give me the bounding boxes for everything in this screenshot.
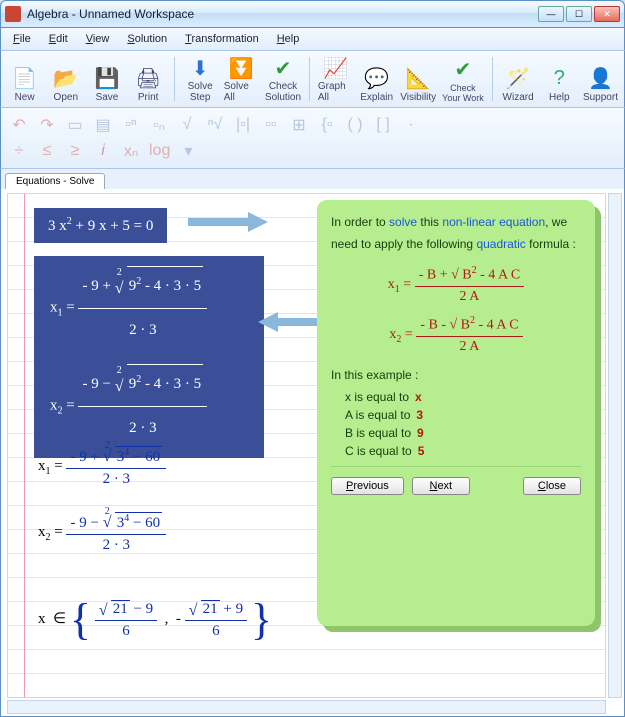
sym-frac-icon[interactable]: ▤ [93, 115, 113, 135]
tab-strip: Equations - Solve [0, 169, 625, 189]
visibility-icon: 📐 [404, 64, 432, 92]
menu-view[interactable]: View [78, 31, 118, 47]
sym-div-icon[interactable]: ÷ [9, 142, 29, 160]
menu-transformation[interactable]: Transformation [177, 31, 267, 47]
previous-button[interactable]: Previous [331, 477, 404, 495]
symbol-toolbar: ↶ ↷ ▭ ▤ ▫ⁿ ▫ₙ √ ⁿ√ |▫| ▫▫ ⊞ {▫ ( ) [ ] ·… [0, 108, 625, 169]
sym-sub-icon[interactable]: ▫ₙ [149, 115, 169, 135]
menu-file[interactable]: File [5, 31, 39, 47]
explain-panel: In order to solve this non-linear equati… [317, 200, 595, 626]
sym-sup-icon[interactable]: ▫ⁿ [121, 116, 141, 134]
sym-xn-icon[interactable]: xₙ [121, 141, 141, 161]
vertical-scrollbar[interactable] [608, 193, 622, 698]
sym-matrix-icon[interactable]: ⊞ [289, 115, 309, 135]
help-button[interactable]: ?Help [542, 55, 577, 103]
sym-le-icon[interactable]: ≤ [37, 142, 57, 160]
title-bar: Algebra - Unnamed Workspace — ☐ ✕ [0, 0, 625, 28]
formula-x2: x2 = - B - √ B2 - 4 A C2 A [331, 315, 581, 355]
help-icon: ? [545, 64, 573, 92]
sym-mixed-icon[interactable]: ▫▫ [261, 116, 281, 134]
equation-solution-set[interactable]: x ∈ { 21 − 96 , - 21 + 96 } [38, 594, 272, 645]
wizard-button[interactable]: 🪄Wizard [501, 55, 536, 103]
wizard-icon: 🪄 [504, 64, 532, 92]
panel-close-button[interactable]: Close [523, 477, 581, 495]
check-work-button[interactable]: ✔Check Your Work [442, 55, 484, 103]
tab-equations-solve[interactable]: Equations - Solve [5, 173, 105, 189]
graph-icon: 📈 [321, 55, 349, 81]
arrow-down-icon: ⬇ [186, 55, 214, 81]
sym-redo-icon[interactable]: ↷ [37, 115, 57, 135]
sym-down-icon[interactable]: ▾ [178, 141, 198, 161]
row-x: x is equal tox [345, 390, 581, 404]
sym-i-icon[interactable]: i [93, 142, 113, 160]
row-a: A is equal to3 [345, 408, 581, 422]
menu-bar: File Edit View Solution Transformation H… [0, 28, 625, 50]
row-c: C is equal to5 [345, 444, 581, 458]
sym-paren-icon[interactable]: ( ) [345, 116, 365, 134]
solve-step-button[interactable]: ⬇Solve Step [183, 55, 218, 103]
explain-icon: 💬 [363, 64, 391, 92]
sym-ge-icon[interactable]: ≥ [65, 142, 85, 160]
next-button[interactable]: Next [412, 477, 470, 495]
sym-nroot-icon[interactable]: ⁿ√ [205, 116, 225, 134]
menu-solution[interactable]: Solution [119, 31, 175, 47]
sym-box-icon[interactable]: ▭ [65, 115, 85, 135]
save-button[interactable]: 💾Save [89, 55, 124, 103]
formula-x1: x1 = - B + √ B2 - 4 A C2 A [331, 265, 581, 305]
sym-undo-icon[interactable]: ↶ [9, 115, 29, 135]
double-arrow-icon: ⏬ [227, 55, 255, 81]
toolbar: 📄New 📂Open 💾Save 🖨Print ⬇Solve Step ⏬Sol… [0, 50, 625, 108]
new-button[interactable]: 📄New [7, 55, 42, 103]
link-solve[interactable]: solve [389, 215, 417, 229]
explain-button[interactable]: 💬Explain [359, 55, 394, 103]
visibility-button[interactable]: 📐Visibility [400, 55, 436, 103]
link-nonlinear[interactable]: non-linear equation [442, 215, 545, 229]
window-title: Algebra - Unnamed Workspace [27, 7, 538, 21]
save-icon: 💾 [93, 64, 121, 92]
equation-original[interactable]: 3 x2 + 9 x + 5 = 0 [34, 208, 167, 243]
maximize-button[interactable]: ☐ [566, 6, 592, 22]
app-icon [5, 6, 21, 22]
equation-x2-simplified[interactable]: x2 = - 9 − 234 − 602 · 3 [38, 512, 166, 554]
equation-step1[interactable]: x1 = - 9 + 292 - 4 · 3 · 52 · 3 x2 = - 9… [34, 256, 264, 458]
sym-root-icon[interactable]: √ [177, 116, 197, 134]
solve-all-button[interactable]: ⏬Solve All [224, 55, 259, 103]
sym-bracket-icon[interactable]: [ ] [373, 116, 393, 134]
graph-all-button[interactable]: 📈Graph All [318, 55, 353, 103]
close-button[interactable]: ✕ [594, 6, 620, 22]
print-icon: 🖨 [134, 64, 162, 92]
sym-system-icon[interactable]: {▫ [317, 116, 337, 134]
open-icon: 📂 [52, 64, 80, 92]
sym-log-icon[interactable]: log [149, 142, 170, 160]
arrow-right-icon [188, 212, 268, 232]
equation-x1-simplified[interactable]: x1 = - 9 + 234 − 602 · 3 [38, 446, 166, 488]
row-b: B is equal to9 [345, 426, 581, 440]
new-icon: 📄 [11, 64, 39, 92]
check-icon: ✔ [269, 55, 297, 81]
worksheet[interactable]: 3 x2 + 9 x + 5 = 0 x1 = - 9 + 292 - 4 · … [7, 193, 606, 698]
menu-help[interactable]: Help [269, 31, 308, 47]
support-button[interactable]: 👤Support [583, 55, 618, 103]
workspace: 3 x2 + 9 x + 5 = 0 x1 = - 9 + 292 - 4 · … [0, 189, 625, 717]
minimize-button[interactable]: — [538, 6, 564, 22]
support-icon: 👤 [586, 64, 614, 92]
sym-abs-icon[interactable]: |▫| [233, 116, 253, 134]
example-heading: In this example : [331, 365, 581, 387]
sym-dot-icon[interactable]: · [401, 116, 421, 134]
print-button[interactable]: 🖨Print [131, 55, 166, 103]
horizontal-scrollbar[interactable] [7, 700, 606, 714]
explain-text: In order to solve this non-linear equati… [331, 212, 581, 255]
menu-edit[interactable]: Edit [41, 31, 76, 47]
check-work-icon: ✔ [449, 55, 477, 83]
check-solution-button[interactable]: ✔Check Solution [265, 55, 301, 103]
open-button[interactable]: 📂Open [48, 55, 83, 103]
link-quadratic[interactable]: quadratic [476, 237, 525, 251]
